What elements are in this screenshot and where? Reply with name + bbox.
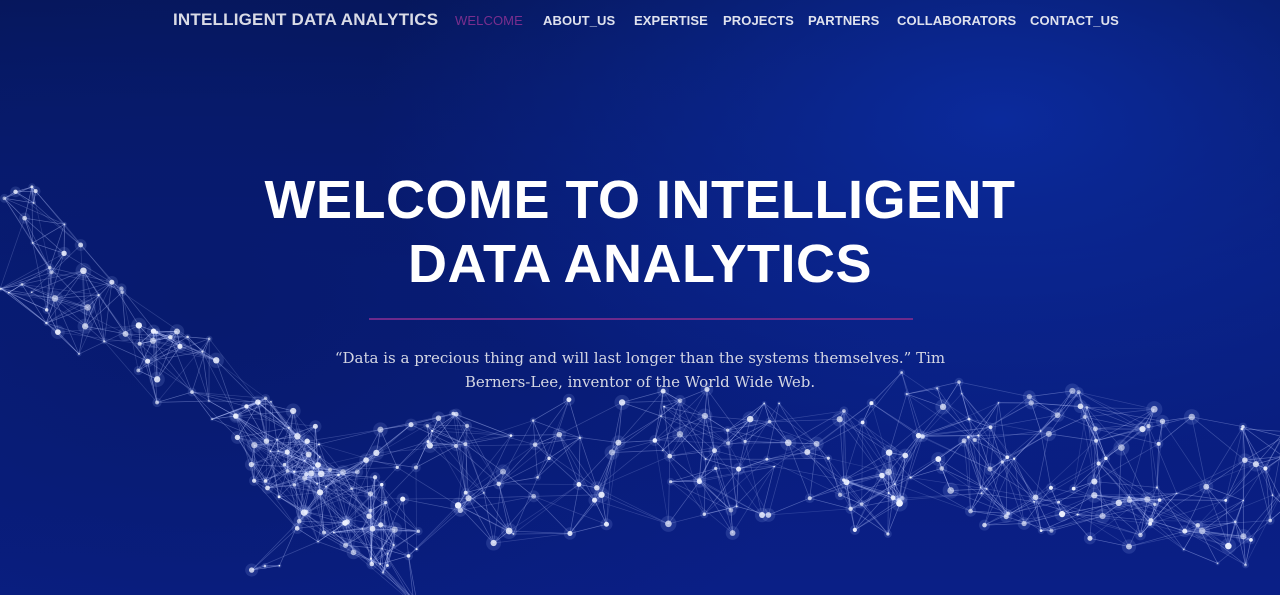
nav-partners[interactable]: PARTNERS	[808, 13, 879, 28]
hero-quote: “Data is a precious thing and will last …	[334, 349, 946, 391]
hero-title-line-1: WELCOME TO INTELLIGENT	[264, 170, 1016, 230]
nav-about-us[interactable]: ABOUT_US	[543, 13, 615, 28]
hero-title: WELCOME TO INTELLIGENT DATA ANALYTICS	[0, 168, 1280, 296]
nav-collaborators[interactable]: COLLABORATORS	[897, 13, 1016, 28]
nav-contact-us[interactable]: CONTACT_US	[1030, 13, 1119, 28]
hero-divider	[369, 318, 913, 320]
navbar: INTELLIGENT DATA ANALYTICS WELCOME ABOUT…	[0, 0, 1280, 42]
nav-links: WELCOME ABOUT_US EXPERTISE PROJECTS PART…	[0, 13, 1280, 33]
network-background	[0, 183, 1280, 595]
hero-title-line-2: DATA ANALYTICS	[408, 234, 872, 294]
nav-projects[interactable]: PROJECTS	[723, 13, 794, 28]
nav-welcome[interactable]: WELCOME	[455, 13, 523, 28]
nav-expertise[interactable]: EXPERTISE	[634, 13, 708, 28]
